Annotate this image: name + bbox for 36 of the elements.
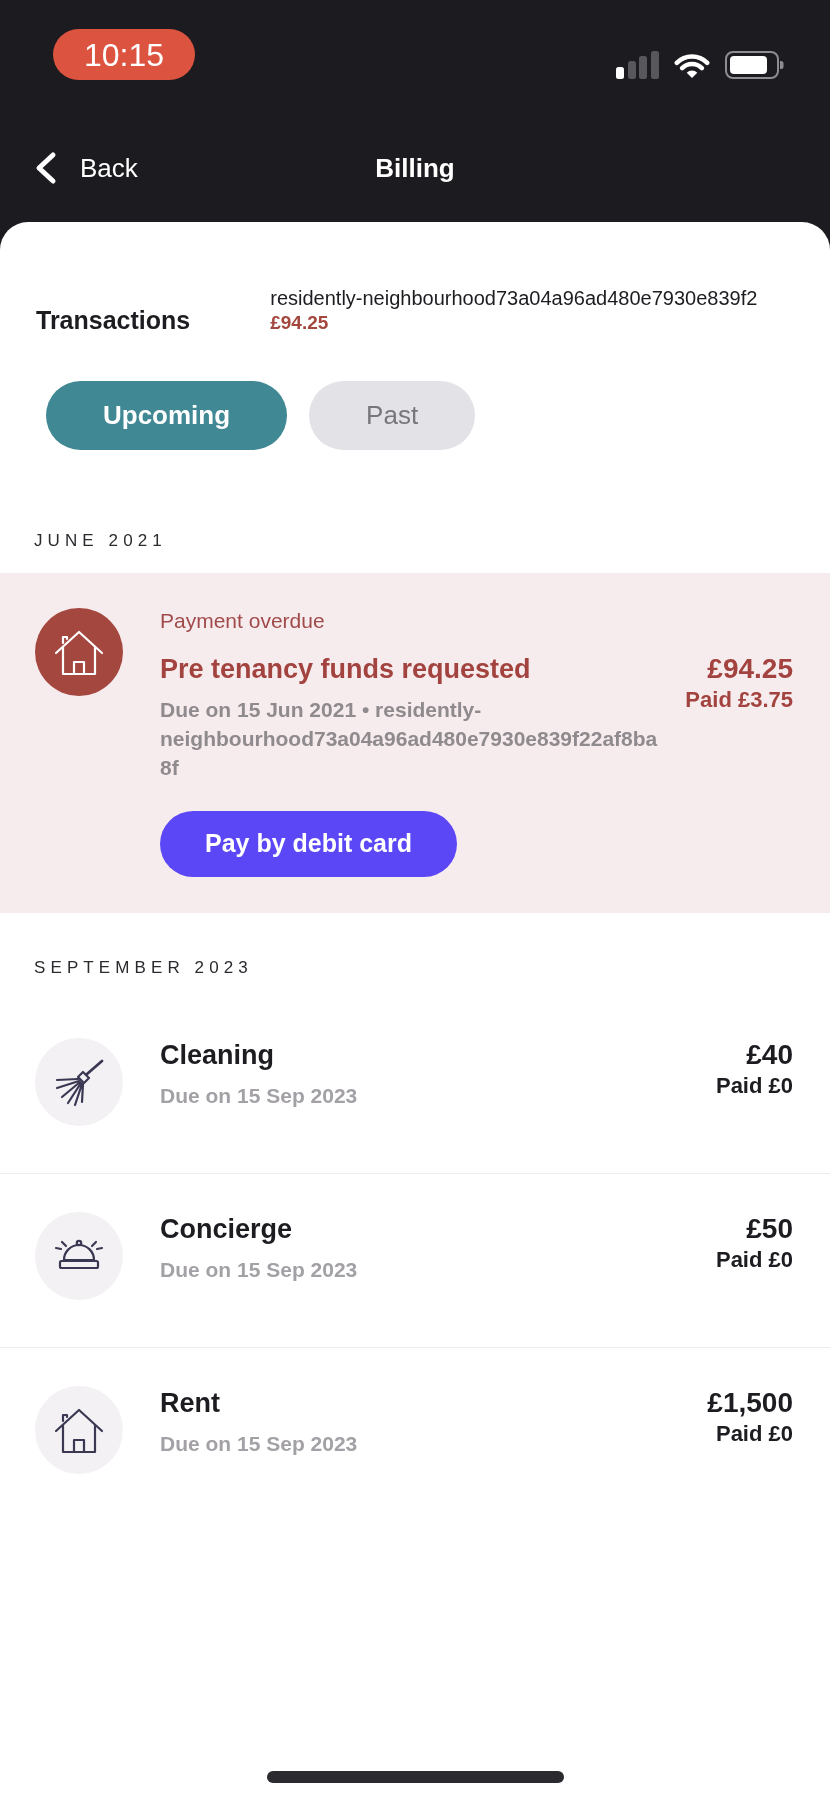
pay-button[interactable]: Pay by debit card: [160, 811, 457, 877]
due-date: Due on 15 Sep 2023: [160, 1257, 359, 1283]
time-indicator: 10:15: [53, 29, 195, 80]
transaction-title: Cleaning: [160, 1039, 275, 1072]
bell-icon: [35, 1212, 123, 1300]
section-heading: JUNE 2021: [33, 530, 168, 552]
paid-amount: Paid £0: [715, 1246, 793, 1274]
house-icon: [35, 608, 123, 696]
paid-amount: Paid £0: [715, 1420, 793, 1448]
broom-icon: [35, 1038, 123, 1126]
amount-text: £1,500: [707, 1386, 793, 1420]
amount-text: £94.25: [707, 652, 793, 686]
due-date: Due on 15 Sep 2023: [160, 1083, 359, 1109]
balance-amount: £94.25: [270, 311, 330, 335]
transactions-title: Transactions: [36, 305, 191, 336]
filter-tab[interactable]: Past: [309, 381, 476, 450]
paid-amount: Paid £3.75: [685, 686, 793, 714]
amount-text: £40: [746, 1038, 793, 1072]
transaction-title: Concierge: [160, 1213, 294, 1246]
house-icon: [35, 1386, 123, 1474]
due-date: Due on 15 Jun 2021 • residently-neighbourhood73a04a96ad480e7930e839f22af8ba8f: [160, 697, 659, 781]
reference-text: residently-neighbourhood73a04a96ad480e7930e839f2: [270, 286, 758, 310]
transaction-title: Pre tenancy funds requested: [160, 653, 532, 686]
filter-tab[interactable]: Upcoming: [46, 381, 288, 450]
battery-icon: [725, 51, 784, 79]
signal-icon: [616, 51, 659, 79]
amount-text: £50: [746, 1212, 793, 1246]
payment-status: Payment overdue: [160, 608, 326, 634]
transaction-title: Rent: [160, 1387, 221, 1420]
chevron-left-icon: [34, 151, 57, 185]
due-date: Due on 15 Sep 2023: [160, 1431, 359, 1457]
section-heading: SEPTEMBER 2023: [33, 957, 254, 979]
paid-amount: Paid £0: [715, 1072, 793, 1100]
wifi-icon: [674, 51, 710, 79]
page-title: Billing: [375, 151, 455, 185]
back-button[interactable]: Back: [34, 148, 138, 188]
